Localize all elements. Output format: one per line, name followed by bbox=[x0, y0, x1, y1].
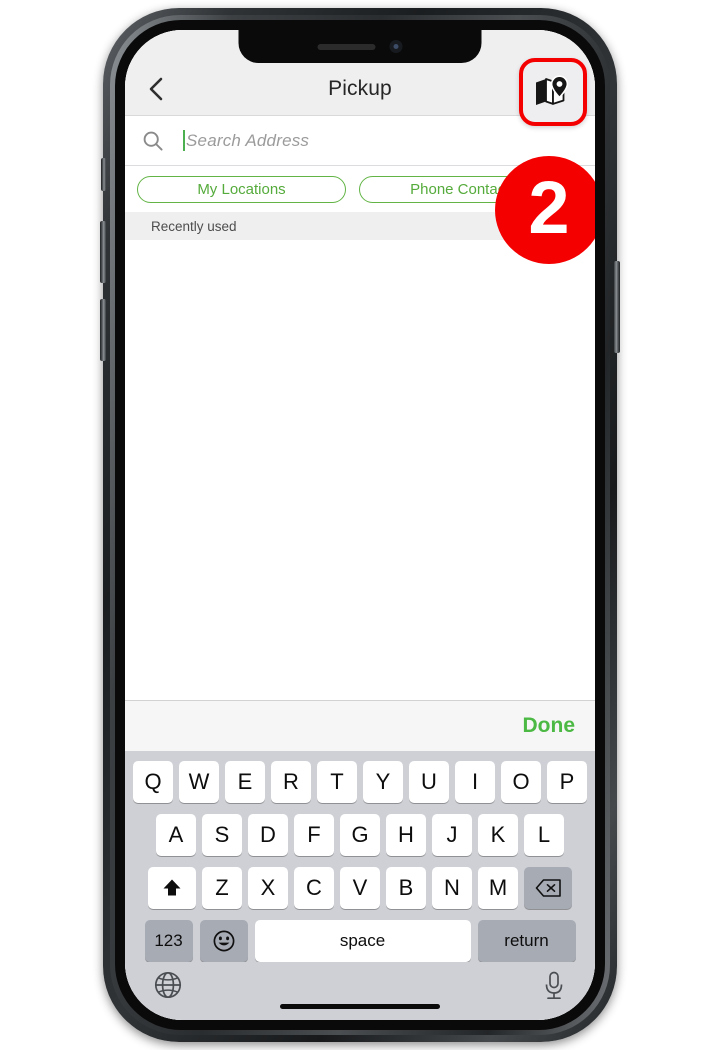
keyboard-row-2: A S D F G H J K L bbox=[128, 814, 592, 856]
search-bar[interactable]: Search Address bbox=[125, 116, 595, 166]
phone-screen: Pickup Search Address My Locations Phone… bbox=[125, 30, 595, 1020]
key-s[interactable]: S bbox=[202, 814, 242, 856]
step-badge: 2 bbox=[495, 156, 595, 264]
recently-used-list[interactable] bbox=[125, 240, 595, 700]
key-r[interactable]: R bbox=[271, 761, 311, 803]
key-n[interactable]: N bbox=[432, 867, 472, 909]
key-f[interactable]: F bbox=[294, 814, 334, 856]
return-key[interactable]: return bbox=[477, 920, 576, 962]
screenshot-root: Pickup Search Address My Locations Phone… bbox=[0, 0, 720, 1050]
shift-key[interactable] bbox=[148, 867, 196, 909]
key-p[interactable]: P bbox=[547, 761, 587, 803]
home-indicator[interactable] bbox=[280, 1004, 440, 1009]
key-m[interactable]: M bbox=[478, 867, 518, 909]
key-h[interactable]: H bbox=[386, 814, 426, 856]
key-t[interactable]: T bbox=[317, 761, 357, 803]
key-l[interactable]: L bbox=[524, 814, 564, 856]
search-icon bbox=[142, 130, 164, 152]
map-pin-icon bbox=[534, 74, 572, 110]
key-j[interactable]: J bbox=[432, 814, 472, 856]
on-screen-keyboard: Q W E R T Y U I O P A S D F G H J K L Z … bbox=[125, 751, 595, 962]
phone-frame-inner: Pickup Search Address My Locations Phone… bbox=[115, 20, 605, 1030]
key-x[interactable]: X bbox=[248, 867, 288, 909]
key-w[interactable]: W bbox=[179, 761, 219, 803]
search-input[interactable]: Search Address bbox=[186, 131, 309, 151]
keyboard-row-4: 123 space return bbox=[128, 920, 592, 962]
emoji-key[interactable] bbox=[199, 920, 248, 962]
key-g[interactable]: G bbox=[340, 814, 380, 856]
keyboard-bottom-bar bbox=[125, 962, 595, 1020]
key-q[interactable]: Q bbox=[133, 761, 173, 803]
done-button[interactable]: Done bbox=[523, 714, 576, 738]
microphone-icon[interactable] bbox=[541, 970, 567, 1002]
keyboard-row-1: Q W E R T Y U I O P bbox=[128, 761, 592, 803]
key-u[interactable]: U bbox=[409, 761, 449, 803]
key-c[interactable]: C bbox=[294, 867, 334, 909]
phone-frame-bevel: Pickup Search Address My Locations Phone… bbox=[110, 15, 610, 1035]
speaker-grille bbox=[317, 43, 376, 50]
globe-icon[interactable] bbox=[153, 970, 183, 1000]
backspace-key[interactable] bbox=[524, 867, 572, 909]
shift-arrow-icon bbox=[161, 877, 183, 899]
phone-device-frame: Pickup Search Address My Locations Phone… bbox=[100, 8, 620, 1042]
map-view-button[interactable] bbox=[519, 58, 587, 126]
key-k[interactable]: K bbox=[478, 814, 518, 856]
mute-switch-button[interactable] bbox=[101, 158, 106, 191]
volume-up-button[interactable] bbox=[100, 221, 106, 283]
filter-pill-label: My Locations bbox=[197, 180, 286, 198]
device-notch bbox=[238, 30, 482, 63]
key-o[interactable]: O bbox=[501, 761, 541, 803]
key-e[interactable]: E bbox=[225, 761, 265, 803]
key-d[interactable]: D bbox=[248, 814, 288, 856]
backspace-icon bbox=[535, 878, 562, 898]
key-y[interactable]: Y bbox=[363, 761, 403, 803]
keyboard-accessory-bar: Done bbox=[125, 700, 595, 751]
front-camera bbox=[389, 40, 403, 53]
numbers-key[interactable]: 123 bbox=[144, 920, 193, 962]
keyboard-row-3: Z X C V B N M bbox=[128, 867, 592, 909]
emoji-smiley-icon bbox=[212, 929, 236, 953]
key-i[interactable]: I bbox=[455, 761, 495, 803]
key-z[interactable]: Z bbox=[202, 867, 242, 909]
key-a[interactable]: A bbox=[156, 814, 196, 856]
key-b[interactable]: B bbox=[386, 867, 426, 909]
volume-down-button[interactable] bbox=[100, 299, 106, 361]
space-key[interactable]: space bbox=[254, 920, 471, 962]
filter-pill-my-locations[interactable]: My Locations bbox=[137, 175, 346, 203]
search-text-caret bbox=[183, 130, 185, 151]
key-v[interactable]: V bbox=[340, 867, 380, 909]
power-button[interactable] bbox=[614, 261, 620, 353]
